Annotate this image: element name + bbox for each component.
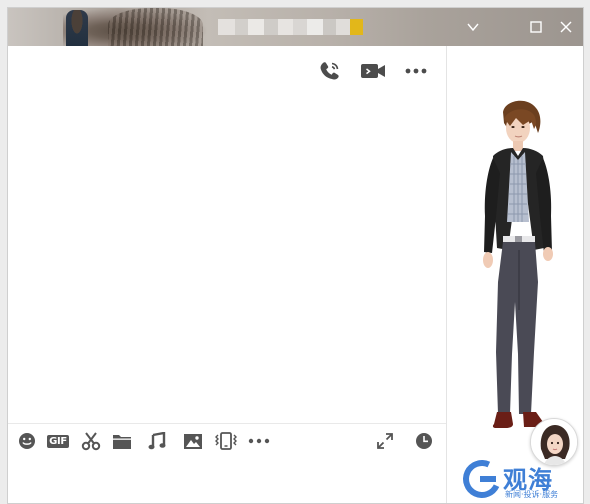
gif-icon: GIF (47, 434, 69, 448)
send-file-button[interactable] (111, 430, 133, 452)
send-image-button[interactable] (182, 430, 204, 452)
message-history-button[interactable] (413, 430, 435, 452)
expand-icon (377, 433, 393, 449)
source-watermark: 观海 新闻·投诉·服务 (457, 454, 583, 503)
emoji-icon (19, 433, 35, 449)
voice-call-button[interactable] (316, 60, 344, 82)
collapse-button[interactable] (458, 8, 488, 46)
message-area[interactable] (8, 91, 446, 423)
maximize-icon (530, 21, 542, 33)
more-options-button[interactable] (402, 60, 430, 82)
close-button[interactable] (551, 8, 581, 46)
image-icon (184, 433, 202, 449)
contact-status-badge (350, 19, 363, 35)
watermark-logo-bar (480, 476, 496, 482)
chat-panel: GIF (8, 46, 446, 503)
music-button[interactable] (146, 430, 168, 452)
avatar-show-figure (483, 100, 553, 428)
shake-icon (215, 432, 237, 450)
avatar-show-panel: 观海 新闻·投诉·服务 (446, 46, 583, 503)
close-icon (560, 21, 572, 33)
contact-cover-figure (66, 10, 88, 46)
screenshot-button[interactable] (80, 430, 102, 452)
scissors-icon (81, 432, 101, 451)
contact-cover-detail (108, 8, 203, 46)
chevron-down-icon (467, 23, 479, 32)
watermark-tagline: 新闻·投诉·服务 (505, 490, 559, 499)
message-input[interactable] (8, 456, 446, 503)
video-call-icon (361, 64, 385, 78)
expand-input-button[interactable] (374, 430, 396, 452)
contact-name-redacted (218, 19, 350, 35)
window-shake-button[interactable] (213, 430, 239, 452)
chat-window: GIF 观海 新闻·投诉·服务 (7, 7, 584, 504)
gif-button[interactable]: GIF (45, 430, 71, 452)
maximize-button[interactable] (521, 8, 551, 46)
phone-call-icon (320, 62, 339, 80)
folder-icon (113, 434, 131, 449)
title-bar[interactable] (8, 8, 583, 46)
more-icon (405, 68, 427, 74)
music-icon (148, 432, 166, 450)
toolbar-more-button[interactable] (246, 430, 272, 452)
video-call-button[interactable] (359, 60, 387, 82)
emoji-button[interactable] (16, 430, 38, 452)
more-icon (248, 438, 270, 444)
history-icon (416, 433, 432, 449)
input-divider (8, 423, 446, 424)
